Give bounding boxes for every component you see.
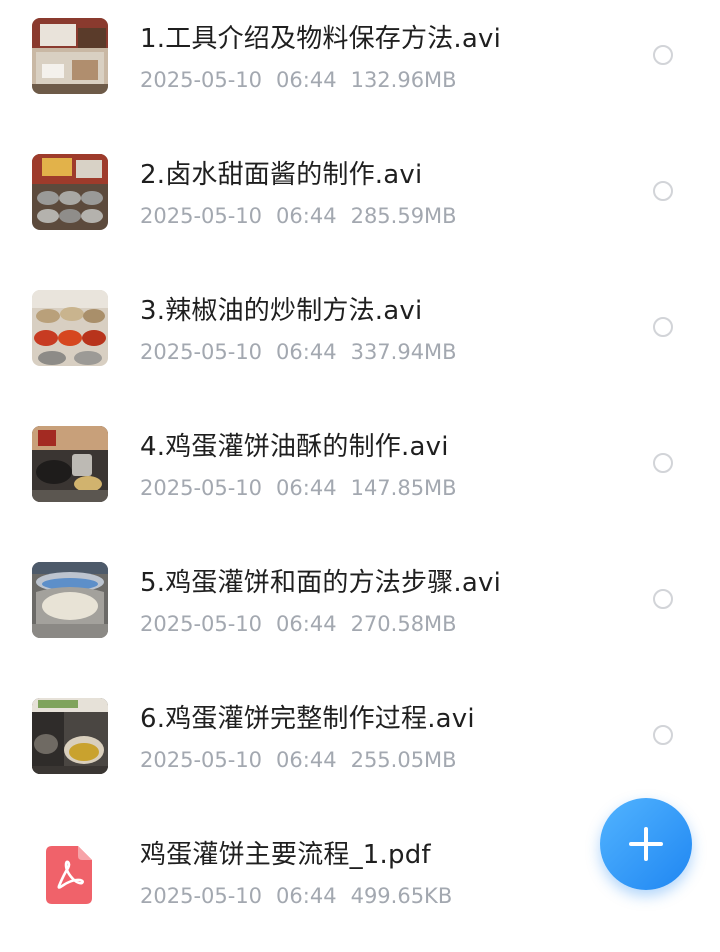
file-meta: 2025-05-10 06:44 147.85MB xyxy=(140,474,471,502)
file-time: 06:44 xyxy=(276,68,337,92)
video-thumbnail xyxy=(32,154,108,230)
video-thumbnail xyxy=(32,290,108,366)
file-time: 06:44 xyxy=(276,204,337,228)
file-row[interactable]: 6.鸡蛋灌饼完整制作过程.avi 2025-05-10 06:44 255.05MB xyxy=(0,680,720,816)
file-size: 132.96MB xyxy=(350,68,457,92)
video-thumbnail xyxy=(32,698,108,774)
file-date: 2025-05-10 xyxy=(140,748,263,772)
select-radio[interactable] xyxy=(653,453,673,473)
file-name: 鸡蛋灌饼主要流程_1.pdf xyxy=(140,840,431,870)
file-meta: 2025-05-10 06:44 270.58MB xyxy=(140,610,471,638)
select-radio[interactable] xyxy=(653,725,673,745)
file-meta: 2025-05-10 06:44 255.05MB xyxy=(140,746,471,774)
plus-icon xyxy=(629,827,663,861)
file-time: 06:44 xyxy=(276,340,337,364)
file-size: 147.85MB xyxy=(350,476,457,500)
video-thumbnail xyxy=(32,562,108,638)
video-thumbnail xyxy=(32,18,108,94)
select-radio[interactable] xyxy=(653,589,673,609)
file-list: 1.工具介绍及物料保存方法.avi 2025-05-10 06:44 132.96M… xyxy=(0,0,720,936)
file-time: 06:44 xyxy=(276,476,337,500)
file-time: 06:44 xyxy=(276,884,337,908)
add-button[interactable] xyxy=(600,798,692,890)
file-row[interactable]: 5.鸡蛋灌饼和面的方法步骤.avi 2025-05-10 06:44 270.58M… xyxy=(0,544,720,680)
file-meta: 2025-05-10 06:44 132.96MB xyxy=(140,66,471,94)
file-size: 499.65KB xyxy=(350,884,453,908)
file-meta: 2025-05-10 06:44 499.65KB xyxy=(140,882,466,910)
file-meta: 2025-05-10 06:44 337.94MB xyxy=(140,338,471,366)
pdf-icon xyxy=(46,846,94,904)
file-name: 6.鸡蛋灌饼完整制作过程.avi xyxy=(140,704,475,734)
file-meta: 2025-05-10 06:44 285.59MB xyxy=(140,202,471,230)
file-name: 5.鸡蛋灌饼和面的方法步骤.avi xyxy=(140,568,502,598)
file-row[interactable]: 2.卤水甜面酱的制作.avi 2025-05-10 06:44 285.59MB xyxy=(0,136,720,272)
file-size: 337.94MB xyxy=(350,340,457,364)
file-name: 4.鸡蛋灌饼油酥的制作.avi xyxy=(140,432,449,462)
file-name: 2.卤水甜面酱的制作.avi xyxy=(140,160,423,190)
file-date: 2025-05-10 xyxy=(140,340,263,364)
file-time: 06:44 xyxy=(276,612,337,636)
file-size: 255.05MB xyxy=(350,748,457,772)
file-date: 2025-05-10 xyxy=(140,884,263,908)
file-row[interactable]: 3.辣椒油的炒制方法.avi 2025-05-10 06:44 337.94MB xyxy=(0,272,720,408)
select-radio[interactable] xyxy=(653,45,673,65)
file-date: 2025-05-10 xyxy=(140,612,263,636)
select-radio[interactable] xyxy=(653,181,673,201)
file-date: 2025-05-10 xyxy=(140,68,263,92)
file-name: 3.辣椒油的炒制方法.avi xyxy=(140,296,423,326)
file-size: 285.59MB xyxy=(350,204,457,228)
file-row[interactable]: 1.工具介绍及物料保存方法.avi 2025-05-10 06:44 132.96M… xyxy=(0,0,720,136)
file-date: 2025-05-10 xyxy=(140,476,263,500)
video-thumbnail xyxy=(32,426,108,502)
file-row[interactable]: 4.鸡蛋灌饼油酥的制作.avi 2025-05-10 06:44 147.85MB xyxy=(0,408,720,544)
file-date: 2025-05-10 xyxy=(140,204,263,228)
file-time: 06:44 xyxy=(276,748,337,772)
file-name: 1.工具介绍及物料保存方法.avi xyxy=(140,24,502,54)
file-size: 270.58MB xyxy=(350,612,457,636)
select-radio[interactable] xyxy=(653,317,673,337)
